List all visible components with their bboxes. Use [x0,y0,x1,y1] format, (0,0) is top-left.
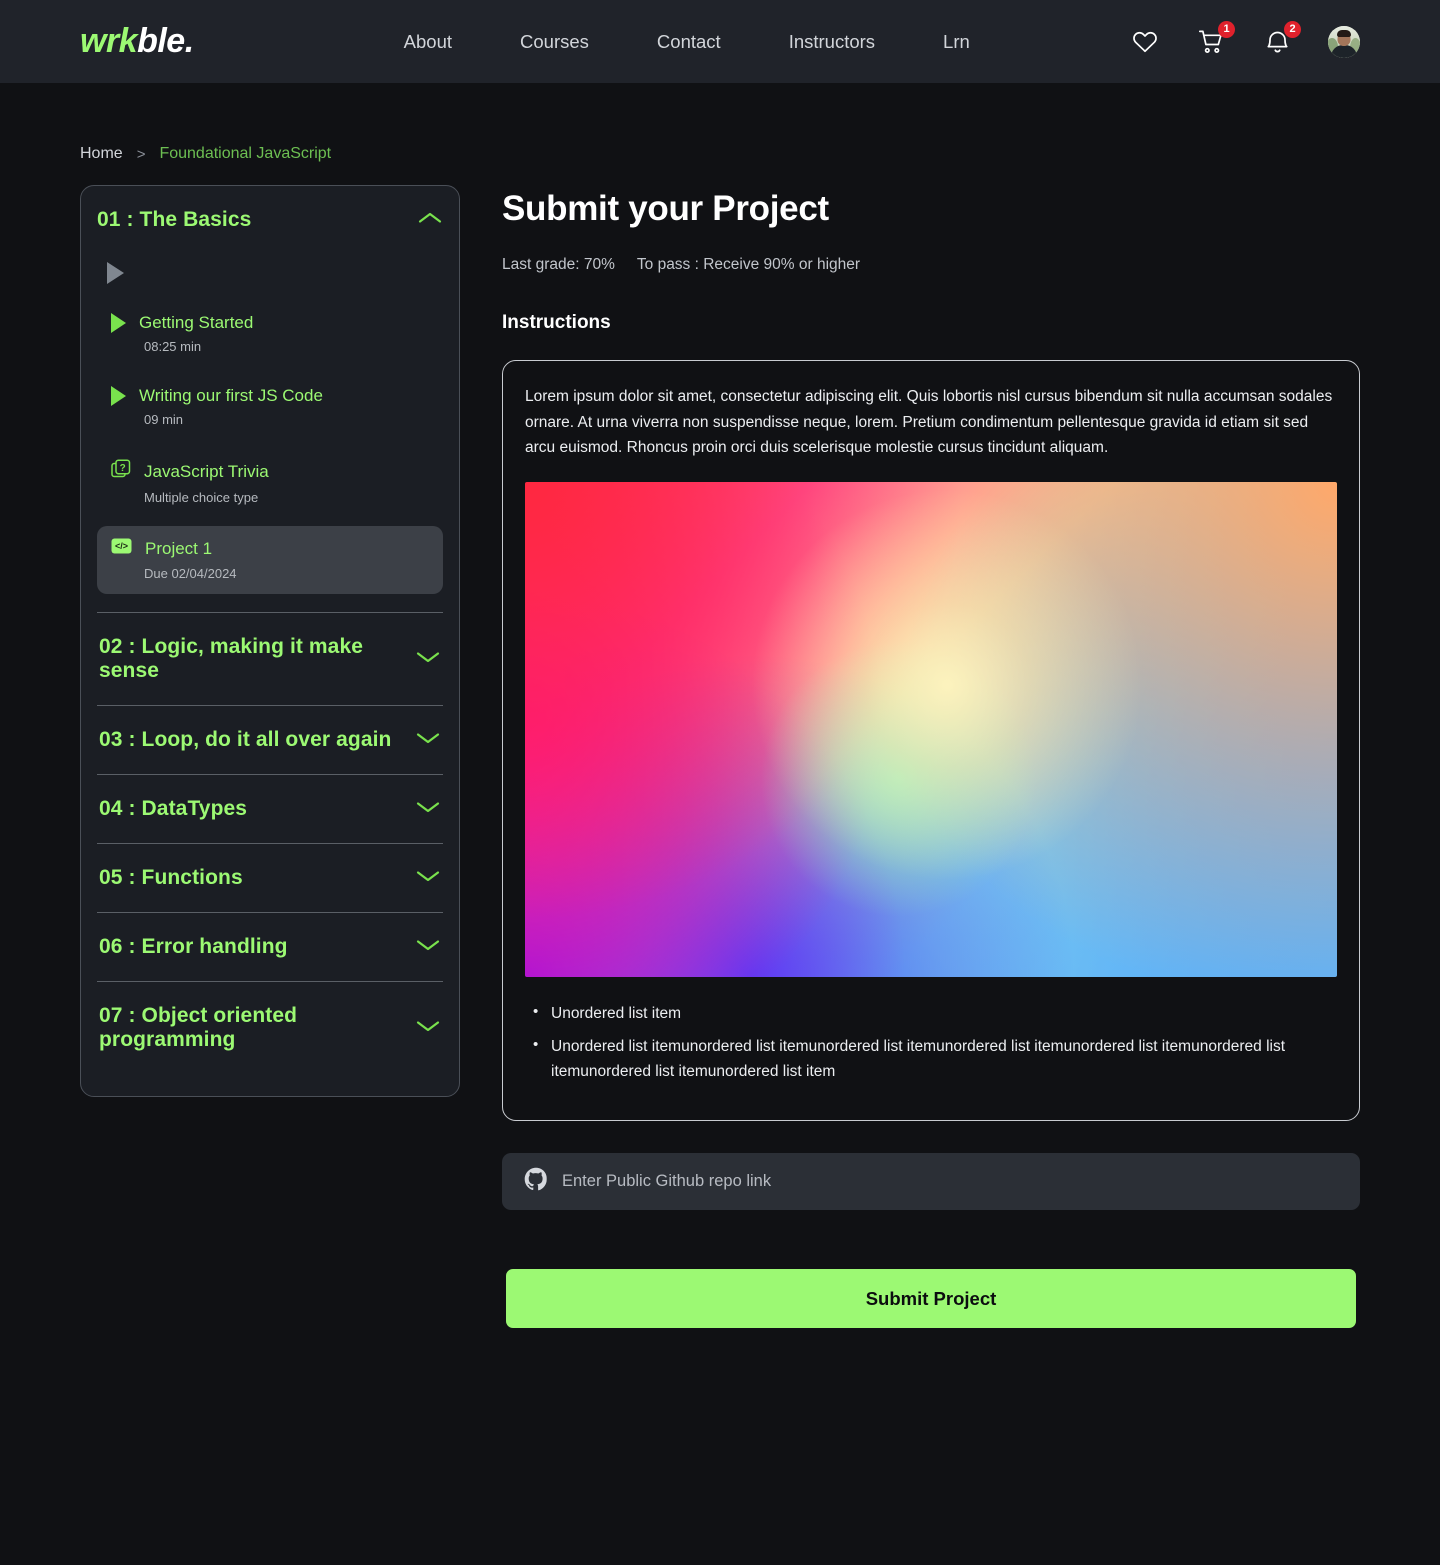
github-repo-input[interactable]: Enter Public Github repo link [502,1153,1360,1211]
chevron-down-icon[interactable] [415,1018,441,1039]
module-title-02: 02 : Logic, making it make sense [99,635,364,682]
brand-logo[interactable]: wrkble. [80,22,194,61]
lesson-subtitle: 09 min [144,412,184,427]
site-header: wrkble. About Courses Contact Instructor… [0,0,1440,83]
nav-item-lrn[interactable]: Lrn [943,31,970,53]
breadcrumb-separator-icon: > [136,145,146,163]
svg-text:</>: </> [115,541,128,551]
module-header-06[interactable]: 06 : Error handling [97,913,443,981]
lesson-subtitle: Due 02/04/2024 [144,566,237,581]
lesson-item-getting-started[interactable]: Getting Started 08:25 min [97,302,443,367]
main-content: Submit your Project Last grade: 70% To p… [502,185,1360,1329]
notifications-badge: 2 [1284,20,1301,38]
module-title-03: 03 : Loop, do it all over again [99,728,392,751]
chevron-down-icon[interactable] [415,730,441,751]
notifications-button[interactable]: 2 [1262,20,1301,57]
cart-badge: 1 [1218,20,1235,38]
github-repo-placeholder: Enter Public Github repo link [562,1172,772,1191]
breadcrumb: Home > Foundational JavaScript [0,83,1440,163]
list-item: Unordered list item [525,1000,1337,1026]
module-header-03[interactable]: 03 : Loop, do it all over again [97,706,443,774]
pass-requirement-text: To pass : Receive 90% or higher [636,256,861,273]
page-layout: 01 : The Basics Getting Started 08:25 mi… [0,163,1440,1329]
course-outline-sidebar: 01 : The Basics Getting Started 08:25 mi… [80,185,460,1097]
module-title-06: 06 : Error handling [99,935,288,958]
header-icon-group: 1 2 [1130,20,1360,58]
brand-logo-white: ble. [137,22,194,60]
module-preview-play[interactable] [97,232,443,302]
grade-meta: Last grade: 70% To pass : Receive 90% or… [502,256,1360,274]
module-title-05: 05 : Functions [99,866,243,889]
chevron-up-icon[interactable] [417,210,443,231]
last-grade-text: Last grade: 70% [502,256,615,273]
instructions-card: Lorem ipsum dolor sit amet, consectetur … [502,360,1360,1122]
gradient-mesh-image [525,482,1337,978]
wishlist-button[interactable] [1130,27,1160,57]
cart-button[interactable]: 1 [1196,20,1235,57]
lesson-title: JavaScript Trivia [144,461,269,481]
module-title-04: 04 : DataTypes [99,797,248,820]
instructions-heading: Instructions [502,312,611,333]
chevron-down-icon[interactable] [415,649,441,670]
lesson-subtitle: Multiple choice type [144,490,259,505]
module-header-02[interactable]: 02 : Logic, making it make sense [97,613,443,705]
module-title-07: 07 : Object oriented programming [99,1004,298,1051]
instructions-body: Lorem ipsum dolor sit amet, consectetur … [525,388,1333,457]
brand-logo-green: wrk [80,22,138,60]
instructions-bullet-list: Unordered list item Unordered list itemu… [525,1000,1337,1084]
code-icon: </> [111,537,132,560]
lesson-title: Getting Started [139,313,254,332]
play-icon [111,386,126,406]
page-title: Submit your Project [502,189,829,228]
chevron-down-icon[interactable] [415,868,441,889]
avatar-hair [1337,29,1351,37]
chevron-down-icon[interactable] [415,799,441,820]
nav-item-instructors[interactable]: Instructors [789,31,875,53]
module-title-01: 01 : The Basics [97,208,252,231]
list-item: Unordered list itemunordered list itemun… [525,1033,1337,1084]
submit-project-button[interactable]: Submit Project [506,1269,1356,1329]
main-navigation: About Courses Contact Instructors Lrn [404,31,970,53]
breadcrumb-home[interactable]: Home [80,145,123,163]
avatar[interactable] [1328,25,1360,58]
play-icon [107,262,124,284]
nav-item-courses[interactable]: Courses [520,31,589,53]
module-header-07[interactable]: 07 : Object oriented programming [97,982,443,1074]
heart-icon [1132,30,1158,54]
chevron-down-icon[interactable] [415,937,441,958]
svg-text:?: ? [120,463,126,474]
module-header-01[interactable]: 01 : The Basics [97,208,443,232]
play-icon [111,313,126,333]
breadcrumb-current[interactable]: Foundational JavaScript [159,145,331,163]
lesson-title: Writing our first JS Code [139,386,323,405]
lesson-subtitle: 08:25 min [144,339,202,354]
module-header-05[interactable]: 05 : Functions [97,844,443,912]
nav-item-about[interactable]: About [404,31,452,53]
nav-item-contact[interactable]: Contact [657,31,721,53]
lesson-item-javascript-trivia[interactable]: ? JavaScript Trivia Multiple choice type [97,448,443,518]
lesson-title: Project 1 [145,538,213,558]
quiz-icon: ? [111,459,131,484]
lesson-item-writing-first-js-code[interactable]: Writing our first JS Code 09 min [97,375,443,440]
lesson-item-project-1[interactable]: </> Project 1 Due 02/04/2024 [97,526,443,594]
module-header-04[interactable]: 04 : DataTypes [97,775,443,843]
github-icon [524,1167,548,1196]
